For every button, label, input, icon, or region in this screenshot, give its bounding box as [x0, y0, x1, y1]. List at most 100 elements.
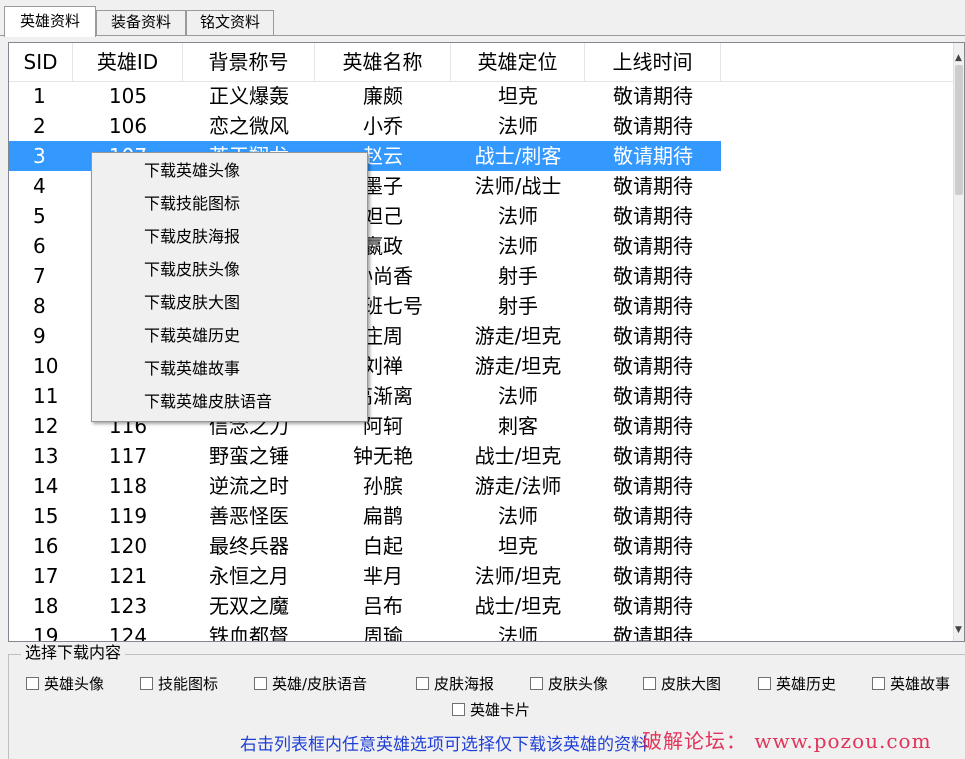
table-row[interactable]: 2 106 恋之微风 小乔 法师 敬请期待	[9, 111, 959, 141]
cell-role: 战士/坦克	[474, 594, 562, 618]
cell-role: 法师	[498, 504, 538, 528]
cell-role: 刺客	[498, 414, 538, 438]
checkbox-skill-icons[interactable]: 技能图标	[140, 672, 218, 694]
checkbox-box[interactable]	[416, 676, 429, 690]
table-row[interactable]: 15 119 善恶怪医 扁鹊 法师 敬请期待	[9, 501, 959, 531]
cell-sid: 7	[33, 264, 46, 288]
cell-release: 敬请期待	[613, 444, 693, 468]
cell-hero-id: 105	[108, 84, 148, 108]
checkbox-label: 英雄/皮肤语音	[272, 674, 368, 693]
checkbox-skin-posters[interactable]: 皮肤海报	[416, 672, 494, 694]
cell-role: 法师	[498, 234, 538, 258]
cell-hero-id: 121	[108, 564, 148, 588]
checkbox-label: 英雄卡片	[470, 700, 531, 719]
menu-item-download-skin-avatars[interactable]: 下载皮肤头像	[144, 253, 240, 286]
cell-hero-id: 118	[108, 474, 148, 498]
column-header-hero-id[interactable]: 英雄ID	[73, 43, 183, 81]
column-header-role[interactable]: 英雄定位	[451, 43, 585, 81]
table-row[interactable]: 18 123 无双之魔 吕布 战士/坦克 敬请期待	[9, 591, 959, 621]
checkbox-label: 皮肤大图	[661, 674, 722, 693]
cell-sid: 3	[9, 141, 73, 171]
cell-role: 法师	[498, 384, 538, 408]
checkbox-skin-images[interactable]: 皮肤大图	[643, 672, 721, 694]
cell-hero-name: 芈月	[363, 564, 403, 588]
context-menu: 下载英雄头像 下载技能图标 下载皮肤海报 下载皮肤头像 下载皮肤大图 下载英雄历…	[91, 152, 368, 422]
cell-title: 野蛮之锤	[209, 444, 289, 468]
tab-equipment-info[interactable]: 装备资料	[96, 10, 186, 35]
menu-item-download-skill-icons[interactable]: 下载技能图标	[144, 187, 240, 220]
checkbox-hero-history[interactable]: 英雄历史	[758, 672, 836, 694]
table-row[interactable]: 17 121 永恒之月 芈月 法师/坦克 敬请期待	[9, 561, 959, 591]
checkbox-label: 皮肤头像	[548, 674, 609, 693]
cell-role: 射手	[498, 294, 538, 318]
checkbox-hero-skin-voice[interactable]: 英雄/皮肤语音	[254, 672, 367, 694]
column-header-hero-name[interactable]: 英雄名称	[315, 43, 451, 81]
checkbox-hero-story[interactable]: 英雄故事	[872, 672, 950, 694]
cell-sid: 4	[33, 174, 46, 198]
tab-inscription-info[interactable]: 铭文资料	[186, 10, 274, 35]
checkbox-label: 英雄头像	[44, 674, 105, 693]
cell-sid: 11	[33, 384, 59, 408]
column-header-title[interactable]: 背景称号	[183, 43, 315, 81]
cell-role: 坦克	[498, 534, 538, 558]
cell-title: 善恶怪医	[209, 504, 289, 528]
cell-release: 敬请期待	[613, 114, 693, 138]
cell-hero-id: 117	[108, 444, 148, 468]
cell-hero-name: 小乔	[363, 114, 403, 138]
checkbox-label: 技能图标	[158, 674, 219, 693]
cell-release: 敬请期待	[613, 414, 693, 438]
cell-sid: 13	[33, 444, 59, 468]
scroll-up-icon[interactable]: ▲	[955, 53, 962, 63]
cell-role: 游走/法师	[474, 474, 562, 498]
cell-release: 敬请期待	[613, 624, 693, 642]
checkbox-skin-avatars[interactable]: 皮肤头像	[530, 672, 608, 694]
column-header-sid[interactable]: SID	[9, 43, 73, 81]
checkbox-box[interactable]	[643, 676, 656, 690]
table-row[interactable]: 1 105 正义爆轰 廉颇 坦克 敬请期待	[9, 81, 959, 111]
cell-hero-id: 119	[108, 504, 148, 528]
checkbox-box[interactable]	[452, 702, 465, 716]
usage-hint: 右击列表框内任意英雄选项可选择仅下载该英雄的资料	[240, 735, 648, 755]
cell-sid: 14	[33, 474, 59, 498]
menu-item-download-skin-voices[interactable]: 下载英雄皮肤语音	[144, 385, 272, 418]
checkbox-box[interactable]	[872, 676, 885, 690]
checkbox-box[interactable]	[254, 676, 267, 690]
cell-role: 战士/坦克	[474, 444, 562, 468]
table-row[interactable]: 19 124 铁血都督 周瑜 法师 敬请期待	[9, 621, 959, 642]
cell-hero-name: 廉颇	[363, 84, 403, 108]
table-row[interactable]: 13 117 野蛮之锤 钟无艳 战士/坦克 敬请期待	[9, 441, 959, 471]
scroll-down-icon[interactable]: ▼	[955, 625, 962, 635]
checkbox-hero-avatar[interactable]: 英雄头像	[26, 672, 104, 694]
list-header: SID 英雄ID 背景称号 英雄名称 英雄定位 上线时间	[9, 43, 959, 82]
cell-hero-name: 吕布	[363, 594, 403, 618]
checkbox-box[interactable]	[530, 676, 543, 690]
menu-item-download-hero-story[interactable]: 下载英雄故事	[144, 352, 240, 385]
menu-item-download-skin-images[interactable]: 下载皮肤大图	[144, 286, 240, 319]
checkbox-box[interactable]	[140, 676, 153, 690]
cell-release: 敬请期待	[613, 594, 693, 618]
checkbox-hero-card[interactable]: 英雄卡片	[452, 698, 530, 720]
checkbox-box[interactable]	[26, 676, 39, 690]
cell-title: 最终兵器	[209, 534, 289, 558]
menu-item-download-hero-history[interactable]: 下载英雄历史	[144, 319, 240, 352]
tab-hero-info[interactable]: 英雄资料	[4, 6, 96, 37]
table-row[interactable]: 16 120 最终兵器 白起 坦克 敬请期待	[9, 531, 959, 561]
vertical-scrollbar[interactable]: ▲ ▼	[953, 43, 964, 641]
cell-role: 法师/战士	[474, 174, 562, 198]
watermark: 破解论坛： www.pozou.com	[642, 729, 932, 753]
cell-release: 敬请期待	[613, 204, 693, 228]
cell-release: 敬请期待	[613, 234, 693, 258]
column-header-release[interactable]: 上线时间	[585, 43, 721, 81]
cell-release: 敬请期待	[613, 324, 693, 348]
cell-release: 敬请期待	[613, 474, 693, 498]
scroll-thumb[interactable]	[955, 65, 963, 195]
cell-role: 法师	[498, 204, 538, 228]
table-row[interactable]: 14 118 逆流之时 孙膑 游走/法师 敬请期待	[9, 471, 959, 501]
menu-item-download-skin-posters[interactable]: 下载皮肤海报	[144, 220, 240, 253]
cell-release: 敬请期待	[613, 534, 693, 558]
cell-hero-name: 白起	[363, 534, 403, 558]
menu-item-download-hero-avatar[interactable]: 下载英雄头像	[144, 154, 240, 187]
tab-bar: 英雄资料 装备资料 铭文资料	[0, 0, 965, 37]
cell-release: 敬请期待	[613, 84, 693, 108]
checkbox-box[interactable]	[758, 676, 771, 690]
